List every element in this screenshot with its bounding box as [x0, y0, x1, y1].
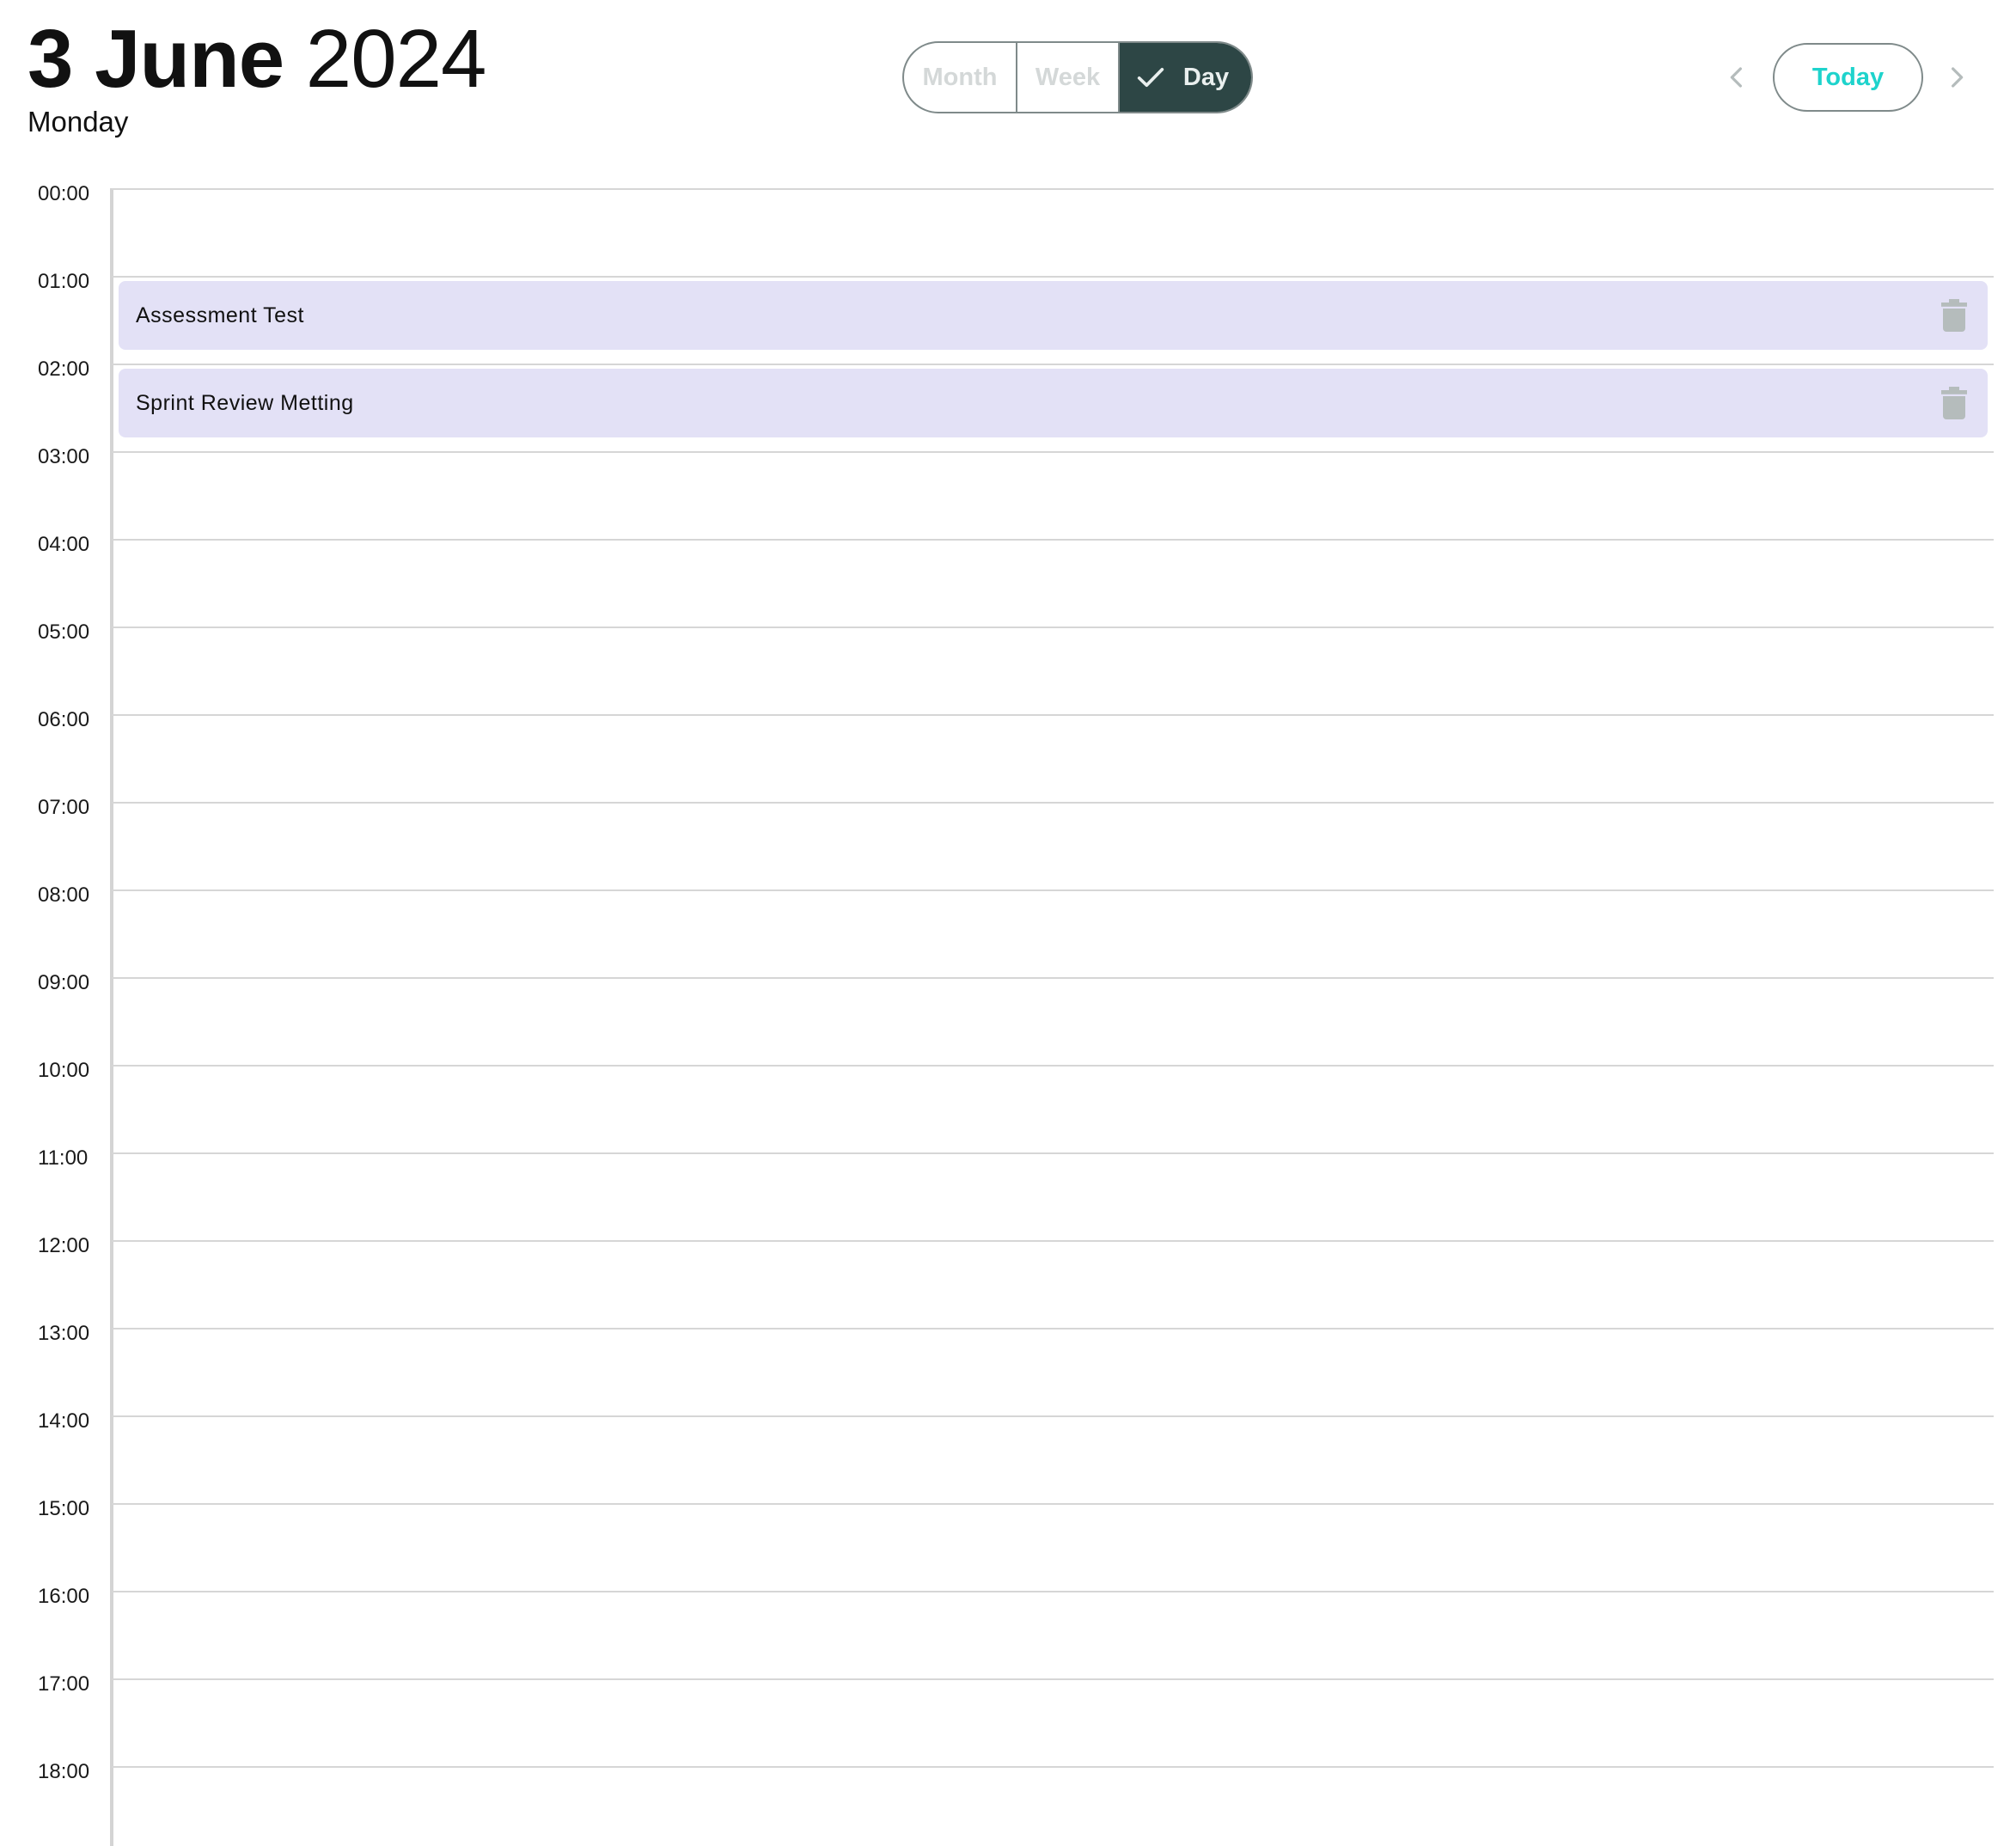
- hour-divider: [112, 364, 1994, 365]
- hour-divider: [112, 1152, 1994, 1154]
- hour-slot[interactable]: 07:00: [0, 796, 2016, 889]
- chevron-left-icon: [1730, 67, 1742, 88]
- trash-icon: [1941, 387, 1967, 419]
- view-day-label: Day: [1182, 63, 1230, 91]
- hour-divider: [112, 276, 1994, 278]
- hour-divider: [112, 1591, 1994, 1592]
- view-week-button[interactable]: Week: [1017, 43, 1120, 112]
- event-assessment-test[interactable]: Assessment Test: [119, 281, 1988, 350]
- hour-label: 16:00: [38, 1585, 90, 1608]
- hour-label: 14:00: [38, 1409, 90, 1433]
- hour-divider: [112, 1766, 1994, 1768]
- hour-label: 12:00: [38, 1234, 90, 1257]
- hour-label: 06:00: [38, 708, 90, 731]
- hour-label: 01:00: [38, 270, 90, 293]
- calendar-day-view: 3 June 2024 Monday Month Week Day Today …: [0, 0, 2016, 1846]
- hour-divider: [112, 714, 1994, 716]
- hour-slot[interactable]: 16:00: [0, 1585, 2016, 1678]
- event-sprint-review-metting[interactable]: Sprint Review Metting: [119, 369, 1988, 437]
- hour-label: 00:00: [38, 182, 90, 205]
- event-title: Sprint Review Metting: [136, 391, 354, 415]
- hour-label: 15:00: [38, 1497, 90, 1520]
- hour-divider: [112, 1678, 1994, 1680]
- previous-day-button[interactable]: [1716, 57, 1757, 98]
- hour-slot[interactable]: 10:00: [0, 1059, 2016, 1152]
- hour-divider: [112, 539, 1994, 541]
- hour-label: 03:00: [38, 445, 90, 468]
- hour-slot[interactable]: 13:00: [0, 1322, 2016, 1415]
- hour-slot[interactable]: 09:00: [0, 971, 2016, 1065]
- hour-slot[interactable]: 00:00: [0, 182, 2016, 276]
- hour-label: 05:00: [38, 620, 90, 644]
- day-time-grid: 00:00 01:00 02:00 03:00 04:00 05:00 06:0…: [0, 182, 2016, 1846]
- view-toggle: Month Week Day: [902, 41, 1253, 113]
- date-year: 2024: [305, 13, 487, 105]
- hour-divider: [112, 802, 1994, 804]
- check-icon: [1137, 68, 1164, 87]
- hour-slot[interactable]: 11:00: [0, 1146, 2016, 1240]
- hour-label: 18:00: [38, 1760, 90, 1783]
- hour-slot[interactable]: 06:00: [0, 708, 2016, 802]
- hour-divider: [112, 188, 1994, 190]
- hour-slot[interactable]: 14:00: [0, 1409, 2016, 1503]
- hour-slot[interactable]: 15:00: [0, 1497, 2016, 1591]
- trash-icon: [1941, 299, 1967, 332]
- hour-slot[interactable]: 17:00: [0, 1672, 2016, 1766]
- hour-divider: [112, 1503, 1994, 1505]
- hour-label: 02:00: [38, 358, 90, 381]
- hour-slot[interactable]: 12:00: [0, 1234, 2016, 1328]
- chevron-right-icon: [1952, 67, 1964, 88]
- page-title: 3 June 2024: [27, 12, 486, 107]
- view-month-button[interactable]: Month: [904, 43, 1017, 112]
- hour-label: 11:00: [38, 1146, 89, 1170]
- hour-label: 07:00: [38, 796, 90, 819]
- hour-label: 17:00: [38, 1672, 90, 1696]
- hour-label: 04:00: [38, 533, 90, 556]
- hour-slot[interactable]: 18:00: [0, 1760, 2016, 1846]
- delete-event-button[interactable]: [1940, 386, 1969, 420]
- hour-slot[interactable]: 05:00: [0, 620, 2016, 714]
- hour-slot[interactable]: 04:00: [0, 533, 2016, 627]
- hour-divider: [112, 1240, 1994, 1242]
- hour-divider: [112, 889, 1994, 891]
- hour-divider: [112, 977, 1994, 979]
- hour-slot[interactable]: 08:00: [0, 883, 2016, 977]
- event-title: Assessment Test: [136, 303, 305, 327]
- weekday-label: Monday: [27, 106, 129, 138]
- today-button[interactable]: Today: [1773, 43, 1923, 112]
- hour-divider: [112, 1415, 1994, 1417]
- next-day-button[interactable]: [1936, 57, 1977, 98]
- view-day-button[interactable]: Day: [1120, 43, 1251, 112]
- hour-label: 09:00: [38, 971, 90, 994]
- hour-divider: [112, 1328, 1994, 1329]
- date-day-month: 3 June: [27, 13, 284, 105]
- hour-divider: [112, 1065, 1994, 1067]
- hour-label: 08:00: [38, 883, 90, 907]
- hour-divider: [112, 627, 1994, 628]
- hour-slot[interactable]: 03:00: [0, 445, 2016, 539]
- hour-divider: [112, 451, 1994, 453]
- hour-label: 13:00: [38, 1322, 90, 1345]
- hour-label: 10:00: [38, 1059, 90, 1082]
- delete-event-button[interactable]: [1940, 298, 1969, 333]
